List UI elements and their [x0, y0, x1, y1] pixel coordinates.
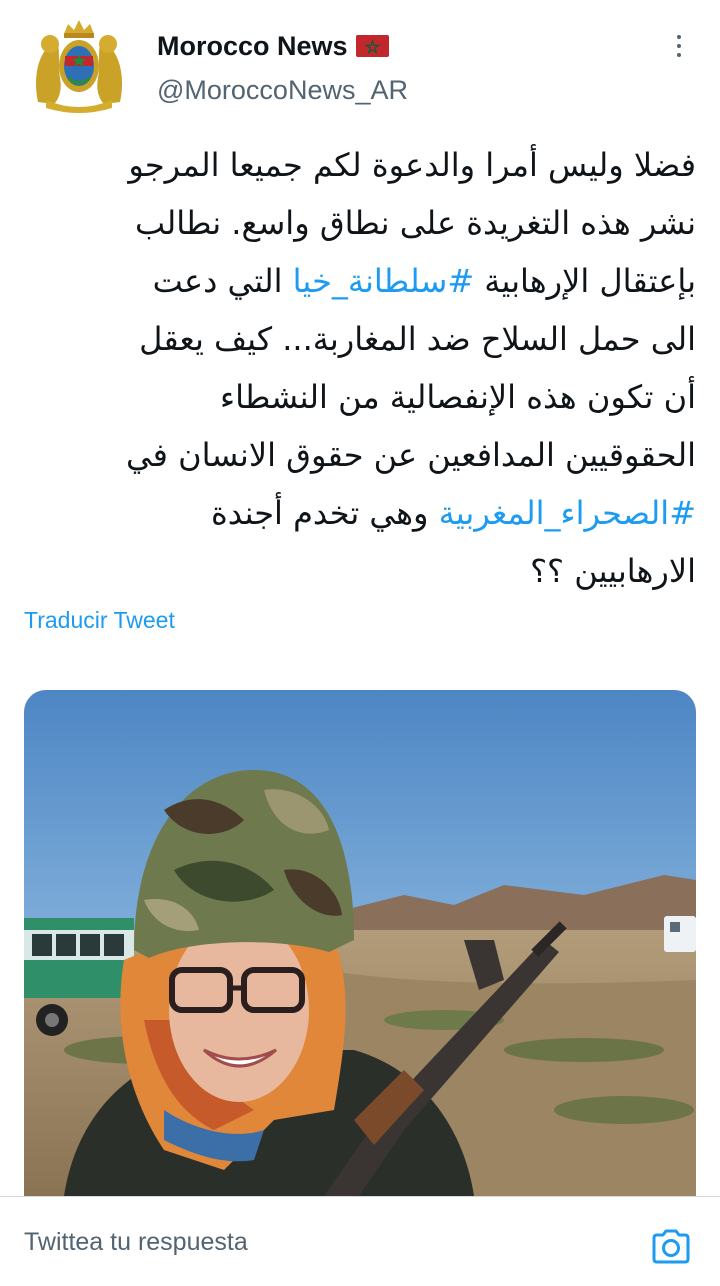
hashtag-link[interactable]: #سلطانة_خيا	[293, 262, 474, 300]
tweet-text-segment: بإعتقال الإرهابية	[474, 262, 696, 300]
hashtag-link[interactable]: #الصحراء_المغربية	[439, 494, 696, 532]
translate-tweet-link[interactable]: Traducir Tweet	[24, 604, 175, 636]
more-options-button[interactable]	[664, 28, 694, 64]
photo-image	[24, 690, 696, 1196]
more-vertical-icon	[677, 35, 681, 39]
tweet-text: فضلا وليس أمرا والدعوة لكم جميعا المرجو …	[24, 136, 696, 600]
tweet-text-segment: أن تكون هذه الإنفصالية من النشطاء	[220, 378, 696, 416]
tweet-text-segment: وهي تخدم أجندة	[211, 494, 439, 532]
tweet-text-segment: الارهابيين ؟؟	[530, 552, 696, 590]
author-name[interactable]: Morocco News	[157, 31, 348, 62]
tweet-text-segment: الى حمل السلاح ضد المغاربة... كيف يعقل	[139, 320, 696, 358]
more-vertical-icon-dot	[677, 44, 681, 48]
author-handle[interactable]: @MoroccoNews_AR	[157, 72, 408, 108]
morocco-flag-icon	[355, 35, 389, 57]
tweet-text-line: #الصحراء_المغربية وهي تخدم أجندة	[24, 484, 696, 542]
tweet-text-line: أن تكون هذه الإنفصالية من النشطاء	[24, 368, 696, 426]
camera-button[interactable]	[650, 1228, 692, 1266]
tweet-text-line: نشر هذه التغريدة على نطاق واسع. نطالب	[24, 194, 696, 252]
tweet-text-segment: التي دعت	[152, 262, 293, 300]
tweet-text-segment: الحقوقيين المدافعين عن حقوق الانسان في	[125, 436, 696, 474]
tweet-text-line: الارهابيين ؟؟	[24, 542, 696, 600]
camera-icon	[652, 1229, 690, 1264]
tweet-text-segment: نشر هذه التغريدة على نطاق واسع. نطالب	[135, 204, 696, 242]
reply-input[interactable]: Twittea tu respuesta	[24, 1226, 248, 1258]
tweet-text-segment: فضلا وليس أمرا والدعوة لكم جميعا المرجو	[128, 146, 696, 184]
coat-of-arms-icon	[36, 20, 122, 113]
tweet-photo[interactable]	[24, 690, 696, 1196]
more-vertical-icon-dot	[677, 53, 681, 57]
avatar[interactable]	[24, 14, 134, 114]
tweet-text-line: الى حمل السلاح ضد المغاربة... كيف يعقل	[24, 310, 696, 368]
tweet-text-line: الحقوقيين المدافعين عن حقوق الانسان في	[24, 426, 696, 484]
tweet-text-line: فضلا وليس أمرا والدعوة لكم جميعا المرجو	[24, 136, 696, 194]
tweet-text-line: بإعتقال الإرهابية #سلطانة_خيا التي دعت	[24, 252, 696, 310]
author-name-row[interactable]: Morocco News	[157, 28, 389, 64]
